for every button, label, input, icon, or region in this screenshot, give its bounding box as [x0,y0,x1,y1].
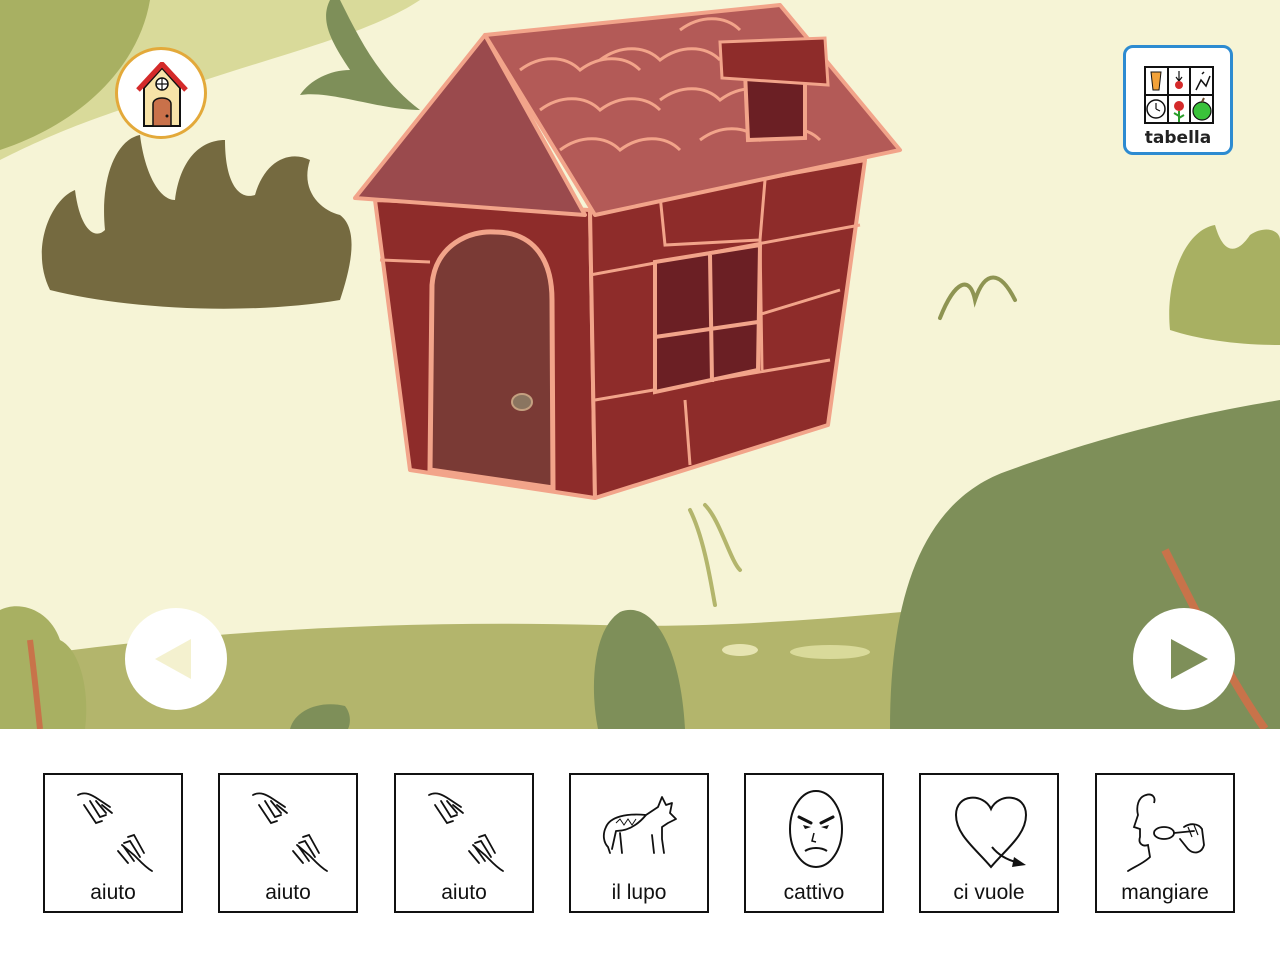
heart-arrow-icon [954,796,1028,869]
table-button[interactable]: tabella [1123,45,1233,155]
helping-hands-icon [428,792,504,872]
next-page-button[interactable] [1133,608,1235,710]
symbol-card-label: cattivo [783,881,845,904]
story-scene: tabella [0,0,1280,729]
symbol-card-label: aiuto [90,881,136,904]
helping-hands-icon [77,792,153,872]
triangle-right-icon [1171,639,1208,679]
home-button[interactable] [115,47,207,139]
triangle-left-icon [155,639,191,679]
symbol-card-aiuto-1[interactable]: aiuto [43,773,183,913]
eating-icon [1127,793,1205,872]
symbol-card-label: il lupo [611,881,667,904]
symbol-card-aiuto-2[interactable]: aiuto [218,773,358,913]
house-icon [136,62,188,127]
symbol-card-mangiare[interactable]: mangiare [1095,773,1235,913]
symbol-card-label: aiuto [265,881,311,904]
previous-page-button[interactable] [125,608,227,710]
symbol-card-label: mangiare [1121,881,1209,904]
helping-hands-icon [252,792,328,872]
symbol-card-ci-vuole[interactable]: ci vuole [919,773,1059,913]
symbol-card-aiuto-3[interactable]: aiuto [394,773,534,913]
symbol-grid-icon [1144,66,1214,124]
table-button-label: tabella [1144,128,1212,148]
symbol-card-cattivo[interactable]: cattivo [744,773,884,913]
angry-face-icon [789,790,843,868]
wolf-icon [602,796,677,854]
sentence-strip: aiuto aiuto aiuto il lupo cattivo ci vuo… [0,729,1280,960]
symbol-card-il-lupo[interactable]: il lupo [569,773,709,913]
symbol-card-label: ci vuole [953,881,1025,904]
symbol-card-label: aiuto [441,881,487,904]
